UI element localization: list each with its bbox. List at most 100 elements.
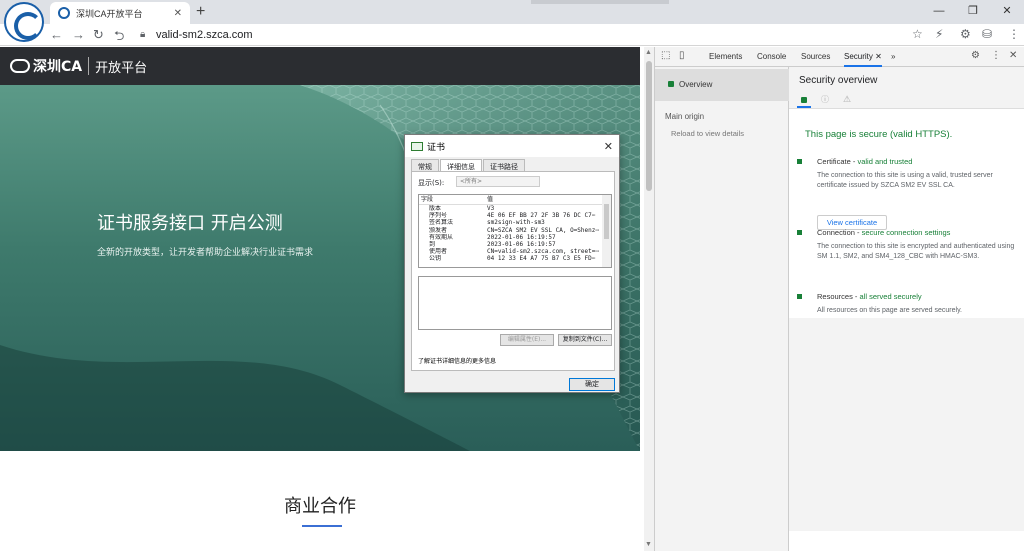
tab-security[interactable]: Security ✕ <box>844 47 882 67</box>
hero-title: 证书服务接口 开启公测 <box>97 213 283 234</box>
security-header: Security overview ⓘ ⚠ <box>789 67 1024 109</box>
extension-2-icon[interactable]: ⛁ <box>982 27 992 41</box>
field-detail-box[interactable] <box>418 276 612 330</box>
browser-toolbar: ← → ↻ ⮌ 🔒︎ valid-sm2.szca.com ☆ ⚡ ⚙ ⛁ ⋮ <box>0 24 1024 46</box>
tab-close-icon[interactable]: ✕ <box>174 8 182 19</box>
resources-status: all served securely <box>859 292 922 301</box>
devtools-menu-icon[interactable]: ⋮ <box>991 50 1001 61</box>
page-scroll-thumb[interactable] <box>646 61 652 191</box>
warning-icon: ⚠ <box>843 94 852 104</box>
more-tabs-icon[interactable]: » <box>891 47 895 67</box>
connection-title: Connection - secure connection settings <box>817 228 950 237</box>
site-logo-text[interactable]: 深圳CA <box>33 56 82 76</box>
tab-close-icon[interactable]: ✕ <box>875 52 882 61</box>
hero-subtitle: 全新的开放类型，让开发者帮助企业解决行业证书需求 <box>97 248 314 258</box>
szca-favicon-icon <box>58 7 70 19</box>
scroll-up-icon[interactable]: ▲ <box>645 49 652 56</box>
cert-field-list[interactable]: 字段 值 版本 V3 序列号 4E 06 EF BB 27 2F 3B 76 DC … <box>418 194 612 268</box>
show-select[interactable]: <所有> <box>456 176 540 187</box>
status-bullet-icon <box>797 294 802 299</box>
field-value: 2023-01-06 16:19:57 <box>487 241 556 249</box>
field-row[interactable]: 序列号 4E 06 EF BB 27 2F 3B 76 DC C7⋯ <box>419 212 611 219</box>
field-row[interactable]: 颁发者 CN=SZCA SM2 EV SSL CA, O=Shenz⋯ <box>419 227 611 234</box>
connection-status: secure connection settings <box>861 228 951 237</box>
browser-logo-icon <box>4 2 44 42</box>
certificate-label: Certificate - <box>817 157 858 166</box>
field-name: 签名算法 <box>429 219 454 227</box>
field-value: 2022-01-06 16:19:57 <box>487 233 556 241</box>
tab-console[interactable]: Console <box>757 47 786 67</box>
extension-icon[interactable]: ⚙ <box>960 27 971 41</box>
field-row[interactable]: 有效期从 2022-01-06 16:19:57 <box>419 234 611 241</box>
field-value: CN=SZCA SM2 EV SSL CA, O=Shenz⋯ <box>487 226 599 234</box>
connection-label: Connection - <box>817 228 862 237</box>
status-bullet-icon <box>797 230 802 235</box>
reload-icon[interactable]: ↻ <box>93 27 104 43</box>
forward-icon[interactable]: → <box>72 27 85 42</box>
details-panel: 显示(S): <所有> 字段 值 版本 V3 序列号 4E 06 EF BB 27 … <box>411 171 615 371</box>
inspect-element-icon[interactable]: ⬚ <box>661 50 670 61</box>
security-sidebar: Overview Main origin Reload to view deta… <box>655 67 789 551</box>
site-logo-subtitle: 开放平台 <box>95 60 148 76</box>
sidebar-overview-label: Overview <box>679 80 713 89</box>
sidebar-main-origin: Main origin <box>665 112 705 121</box>
edit-properties-button[interactable]: 编辑属性(E)... <box>500 334 554 346</box>
devtools-close-icon[interactable]: ✕ <box>1009 50 1017 61</box>
restore-icon[interactable]: ❐ <box>956 0 990 22</box>
info-icon: ⓘ <box>821 95 829 104</box>
back-icon[interactable]: ← <box>50 27 63 42</box>
window-controls: — ❐ ✕ <box>922 0 1024 22</box>
field-list-scrollbar[interactable] <box>602 195 611 267</box>
settings-gear-icon[interactable]: ⚙ <box>971 50 980 61</box>
tab-elements[interactable]: Elements <box>709 47 742 67</box>
extension-bolt-icon[interactable]: ⚡ <box>935 27 943 41</box>
field-row[interactable]: 签名算法 sm2sign-with-sm3 <box>419 219 611 226</box>
dialog-titlebar[interactable]: 证书 ✕ <box>405 135 619 157</box>
sidebar-item-overview[interactable]: Overview <box>655 69 789 101</box>
browser-menu-icon[interactable]: ⋮ <box>1008 27 1020 41</box>
copy-to-file-button[interactable]: 复制到文件(C)... <box>558 334 612 346</box>
lock-icon[interactable]: 🔒︎ <box>140 29 145 40</box>
field-row[interactable]: 使用者 CN=valid-sm2.szca.com, street=⋯ <box>419 248 611 255</box>
resources-description: All resources on this page are served se… <box>817 307 962 314</box>
device-toolbar-icon[interactable]: ▯ <box>679 50 685 61</box>
field-row[interactable]: 版本 V3 <box>419 205 611 212</box>
lock-icon <box>668 81 674 87</box>
home-icon[interactable]: ⮌ <box>114 27 124 49</box>
security-title: Security overview <box>799 75 878 86</box>
show-label: 显示(S): <box>418 179 445 187</box>
field-value: sm2sign-with-sm3 <box>487 219 545 227</box>
field-value: CN=valid-sm2.szca.com, street=⋯ <box>487 248 599 256</box>
ok-button[interactable]: 确定 <box>569 378 615 391</box>
secure-message: This page is secure (valid HTTPS). <box>805 129 953 140</box>
dialog-title: 证书 <box>427 142 446 153</box>
col-field-header: 字段 <box>421 196 434 203</box>
page-scrollbar[interactable]: ▲ ▼ <box>644 47 654 551</box>
col-value-header: 值 <box>487 196 494 203</box>
field-name: 序列号 <box>429 212 448 220</box>
field-name: 到 <box>429 241 436 249</box>
field-row[interactable]: 到 2023-01-06 16:19:57 <box>419 241 611 248</box>
scroll-down-icon[interactable]: ▼ <box>645 541 652 548</box>
sidebar-reload-hint[interactable]: Reload to view details <box>671 129 744 138</box>
browser-tab[interactable]: 深圳CA开放平台 ✕ <box>50 2 190 24</box>
tab-sources[interactable]: Sources <box>801 47 830 67</box>
dialog-close-icon[interactable]: ✕ <box>604 140 613 153</box>
cert-info-link[interactable]: 了解证书详细信息的更多信息 <box>418 356 496 365</box>
new-tab-icon[interactable]: + <box>196 3 205 21</box>
field-name: 有效期从 <box>429 233 454 241</box>
address-bar[interactable]: valid-sm2.szca.com <box>156 29 253 41</box>
window-drag-handle[interactable] <box>531 0 669 4</box>
section-title: 商业合作 <box>284 496 356 517</box>
bookmark-star-icon[interactable]: ☆ <box>912 27 923 41</box>
field-name: 公钥 <box>429 255 442 263</box>
field-list-header: 字段 值 <box>419 195 611 205</box>
field-row[interactable]: 公钥 04 12 33 E4 A7 75 B7 C3 E5 FD⋯ <box>419 255 611 262</box>
field-list-scroll-thumb[interactable] <box>604 204 609 239</box>
resources-title: Resources - all served securely <box>817 292 922 301</box>
tab-title: 深圳CA开放平台 <box>76 8 143 19</box>
field-value: 4E 06 EF BB 27 2F 3B 76 DC C7⋯ <box>487 212 596 220</box>
certificate-title: Certificate - valid and trusted <box>817 157 912 166</box>
minimize-icon[interactable]: — <box>922 0 956 22</box>
close-window-icon[interactable]: ✕ <box>990 0 1024 22</box>
